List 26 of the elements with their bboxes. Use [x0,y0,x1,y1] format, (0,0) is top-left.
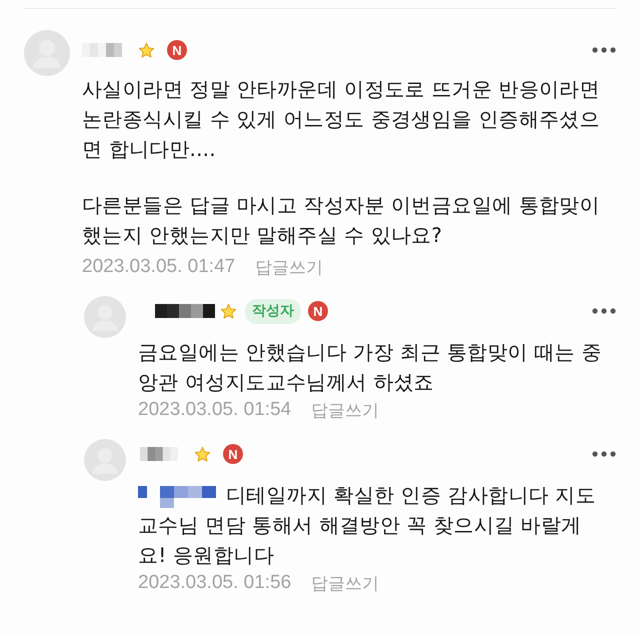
comment-text: 금요일에는 안했습니다 가장 최근 통합맞이 때는 중앙관 여성지도교수님께서 하셨죠 [138,340,602,394]
pixelated-name [82,43,122,57]
comment-text: 다른분들은 답글 마시고 작성자분 이번금요일에 통합맞이 했는지 안했는지만 말해주실 수 있나요? [82,193,600,247]
comment-date: 2023.03.05. 01:56 [138,572,292,594]
more-options-icon[interactable] [592,451,616,457]
more-options-icon[interactable] [592,308,616,314]
reply-link[interactable]: 답글쓰기 [311,398,380,422]
reply-link[interactable]: 답글쓰기 [255,256,324,278]
star-icon [138,42,155,58]
reply-link[interactable]: 답글쓰기 [311,572,380,594]
pixelated-name [155,304,215,318]
comment-text: 사실이라면 정말 안타까운데 이정도로 뜨거운 반응이라면 논란종식시킬 수 있게 어느정도 중경생임을 인증해주셨으면 합니다만.... [82,77,600,161]
author-tag: 작성자 [245,298,301,324]
star-icon [220,302,237,320]
new-badge: N [167,40,187,60]
comment-text: 디테일까지 확실한 인증 감사합니다 지도교수님 면담 통해서 해결방안 꼭 찾으시길 바랄게요! 응원합니다 [138,483,596,567]
new-badge: N [308,301,328,321]
comment-date: 2023.03.05. 01:54 [138,399,292,421]
new-badge: N [223,444,243,464]
avatar-icon [24,30,70,76]
more-options-icon[interactable] [592,47,616,53]
avatar-icon [84,296,126,338]
comment-date: 2023.03.05. 01:47 [82,256,236,278]
star-icon [194,446,211,462]
avatar-icon [84,439,126,481]
pixelated-name [140,447,178,461]
